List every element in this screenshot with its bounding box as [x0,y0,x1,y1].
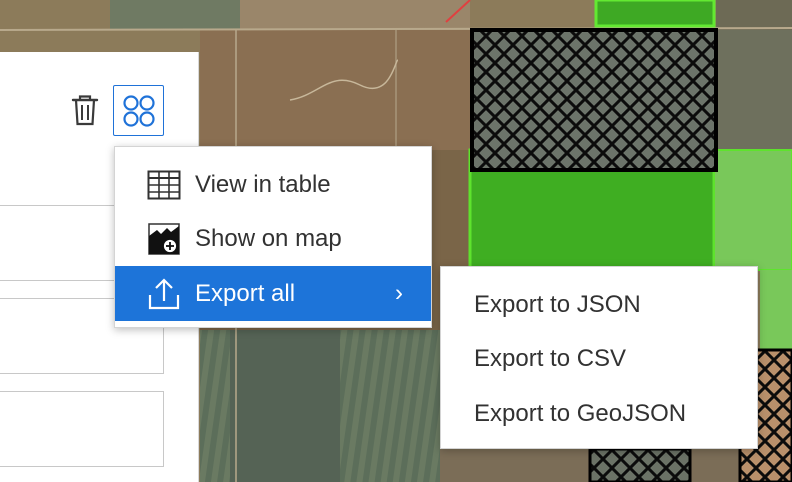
menu-item-export-csv[interactable]: Export to CSV [441,331,757,386]
menu-item-show-on-map[interactable]: Show on map [115,211,431,266]
grid-dots-icon [122,94,155,127]
menu-item-label: Export all [195,279,296,307]
trash-icon [71,95,99,126]
menu-item-export-all[interactable]: Export all › [115,266,431,321]
delete-button[interactable] [64,86,106,134]
map-zoom-icon [147,222,181,256]
menu-item-view-in-table[interactable]: View in table [115,157,431,212]
menu-item-export-json[interactable]: Export to JSON [441,277,757,332]
actions-menu: View in table Show on map Export all › [114,146,432,328]
menu-item-label: View in table [195,170,331,198]
export-submenu: Export to JSON Export to CSV Export to G… [440,266,758,449]
chevron-right-icon: › [395,278,403,306]
table-icon [147,168,181,202]
menu-item-export-geojson[interactable]: Export to GeoJSON [441,386,757,441]
menu-item-label: Export to GeoJSON [474,399,687,427]
upload-icon [147,277,181,311]
menu-item-label: Export to CSV [474,344,627,372]
panel-card[interactable] [0,391,164,467]
menu-item-label: Export to JSON [474,290,641,318]
screen: View in table Show on map Export all › E… [0,0,792,482]
more-options-button[interactable] [113,85,164,136]
menu-item-label: Show on map [195,224,342,252]
